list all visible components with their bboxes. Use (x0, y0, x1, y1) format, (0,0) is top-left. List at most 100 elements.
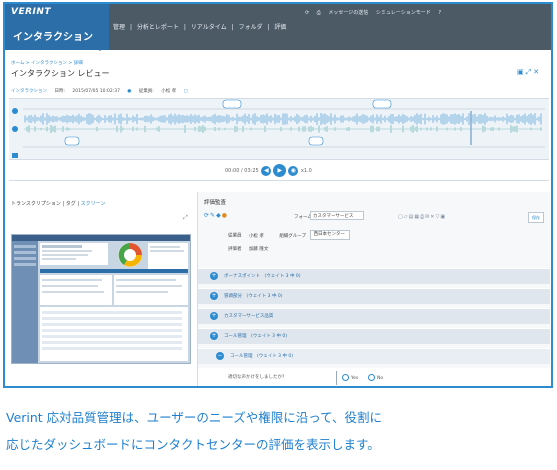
expand-icon[interactable]: + (210, 292, 218, 300)
expand-icon[interactable]: + (210, 272, 218, 280)
evaluator-label: 評価者 (228, 247, 242, 252)
print-icon[interactable]: ⎙ (317, 10, 321, 16)
tab-tags[interactable]: タグ (66, 201, 76, 207)
question-separator (336, 371, 337, 385)
menu-item-evaluation[interactable]: 評価 (274, 24, 286, 31)
yes-radio[interactable] (342, 374, 349, 381)
close-icon[interactable]: ✕ (533, 68, 541, 76)
time-display: 00:00 / 03:25 (225, 168, 259, 174)
section-row[interactable]: + カスタマーサービス品質 (198, 308, 550, 324)
save-button[interactable]: 保存 (528, 212, 544, 223)
no-radio[interactable] (368, 374, 375, 381)
caption-line-1: Verint 応対品質管理は、ユーザーのニーズや権限に沿って、役割に (6, 410, 383, 425)
person-icon: ● (127, 89, 132, 94)
evaluation-header: 評価監査 (204, 200, 227, 206)
send-message-link[interactable]: メッセージの送信 (328, 10, 368, 16)
question-row: 適切な声かけをしましたか? Yes No (198, 368, 550, 386)
date-value: 2015/07/05 10:02:37 (72, 89, 120, 94)
event-marker[interactable] (372, 99, 392, 109)
form-select[interactable]: カスタマーサービス (310, 211, 364, 220)
menu-separator: | (129, 24, 132, 31)
screen-recording-graphic (12, 235, 190, 363)
agent-value: 小松 孝 (161, 89, 177, 94)
caption-text: Verint 応対品質管理は、ユーザーのニーズや権限に沿って、役割に 応じたダッ… (6, 404, 551, 458)
tab-interaction[interactable]: インタラクション (11, 89, 47, 94)
info-icon[interactable]: ▢ (184, 89, 188, 94)
section-label: コール管理 (ウェイト 3 中 0) (230, 354, 294, 359)
menu-separator: | (183, 24, 186, 31)
menu-item-folder[interactable]: フォルダ (238, 24, 262, 31)
section-row[interactable]: + ボーナスポイント (ウェイト 3 中 0) (198, 268, 550, 284)
top-right-tools: ⟳ ⎙ メッセージの送信 シミュレーションモード ? (305, 9, 447, 16)
evaluation-action-icons: ▢▱▤▦⎙✉✕▽▣ (398, 214, 446, 220)
main-menu: 管理 | 分析とレポート | リアルタイム | フォルダ | 評価 (113, 22, 289, 31)
event-marker[interactable] (222, 99, 242, 109)
play-button[interactable]: ▶ (273, 164, 287, 177)
employee-value: 小松 孝 (248, 233, 264, 239)
bookmark-icon[interactable]: ▣ (517, 68, 526, 76)
expand-icon[interactable]: + (210, 332, 218, 340)
menu-separator: | (231, 24, 234, 31)
employee-row: 従業員 小松 孝 組織グループ 西日本センター (228, 230, 351, 240)
evaluator-value: 加藤 隆文 (248, 247, 269, 252)
menu-item-analytics[interactable]: 分析とレポート (137, 24, 179, 31)
group-select[interactable]: 西日本センター (310, 230, 351, 240)
tab-transcription[interactable]: トランスクリプション (11, 201, 61, 207)
yes-option[interactable]: Yes (342, 374, 358, 381)
section-divider (9, 180, 549, 181)
app-title: インタラクション (13, 32, 93, 43)
evaluator-row: 評価者 加藤 隆文 (228, 246, 268, 252)
section-label: カスタマーサービス品質 (224, 314, 274, 319)
menu-item-realtime[interactable]: リアルタイム (191, 24, 227, 31)
waveform (24, 113, 542, 133)
expand-icon[interactable]: + (210, 312, 218, 320)
no-label: No (377, 376, 384, 381)
transcript-tabs: トランスクリプション | タグ | スクリーン (11, 200, 105, 207)
waveform-graphic (12, 99, 545, 158)
yes-label: Yes (351, 376, 359, 381)
date-label: 日時: (54, 89, 65, 94)
speed-selector[interactable]: x1.0 (301, 168, 312, 174)
no-option[interactable]: No (368, 374, 383, 381)
page-title: インタラクション レビュー (11, 69, 110, 78)
section-label: コール管理 (ウェイト 3 中 0) (224, 334, 288, 339)
volume-button[interactable]: ◉ (288, 165, 299, 176)
screen-track-icon (12, 153, 18, 158)
simulation-mode-link[interactable]: シミュレーションモード (376, 10, 431, 16)
attach-icon[interactable]: ● (222, 212, 228, 219)
header-actions: ▣⤢✕ (517, 68, 541, 77)
active-section-caret (95, 46, 105, 51)
menu-separator: | (267, 24, 270, 31)
section-row[interactable]: + 冒頭部分 (ウェイト 3 中 0) (198, 288, 550, 304)
employee-label: 従業員 (228, 233, 242, 239)
agent-label: 従業員: (138, 89, 154, 94)
help-icon[interactable]: ? (438, 10, 441, 16)
customer-track-icon (12, 126, 18, 132)
section-label: 冒頭部分 (ウェイト 3 中 0) (224, 294, 283, 299)
evaluation-panel: 評価監査 ⟳✎◆● フォーム カスタマーサービス ▢▱▤▦⎙✉✕▽▣ 保存 従業… (197, 192, 550, 386)
agent-track-icon (12, 108, 18, 114)
event-marker[interactable] (308, 136, 324, 146)
collapse-icon[interactable]: − (216, 352, 224, 360)
fullscreen-icon[interactable]: ⤢ (183, 214, 188, 222)
interaction-info-row: インタラクション 日時: 2015/07/05 10:02:37 ● 従業員: … (11, 88, 194, 94)
screen-recording-thumbnail[interactable] (11, 234, 191, 364)
verint-logo: VERINT (11, 7, 52, 17)
tab-screen[interactable]: スクリーン (81, 201, 106, 207)
section-label: ボーナスポイント (ウェイト 3 中 0) (224, 274, 301, 279)
breadcrumb[interactable]: ホーム > インタラクション > 詳細 (11, 60, 83, 66)
rewind-button[interactable]: ◀ (261, 165, 272, 176)
caption-line-2: 応じたダッシュボードにコンタクトセンターの評価を表示します。 (6, 437, 380, 452)
evaluation-toolbar: ⟳✎◆● (204, 212, 228, 219)
app-screenshot-frame: VERINT インタラクション 管理 | 分析とレポート | リアルタイム | … (3, 2, 553, 388)
event-marker[interactable] (64, 136, 80, 146)
audio-timeline[interactable] (9, 98, 549, 160)
question-text: 適切な声かけをしましたか? (228, 375, 285, 380)
menu-item-admin[interactable]: 管理 (113, 24, 125, 31)
section-row-expanded[interactable]: − コール管理 (ウェイト 3 中 0) (198, 348, 550, 364)
playback-controls: 00:00 / 03:25 ◀ ▶ ◉ x1.0 (225, 164, 312, 177)
save-icon[interactable]: ▣ (440, 214, 446, 220)
section-row[interactable]: + コール管理 (ウェイト 3 中 0) (198, 328, 550, 344)
refresh-icon[interactable]: ⟳ (305, 10, 309, 16)
group-label: 組織グループ (279, 233, 307, 239)
